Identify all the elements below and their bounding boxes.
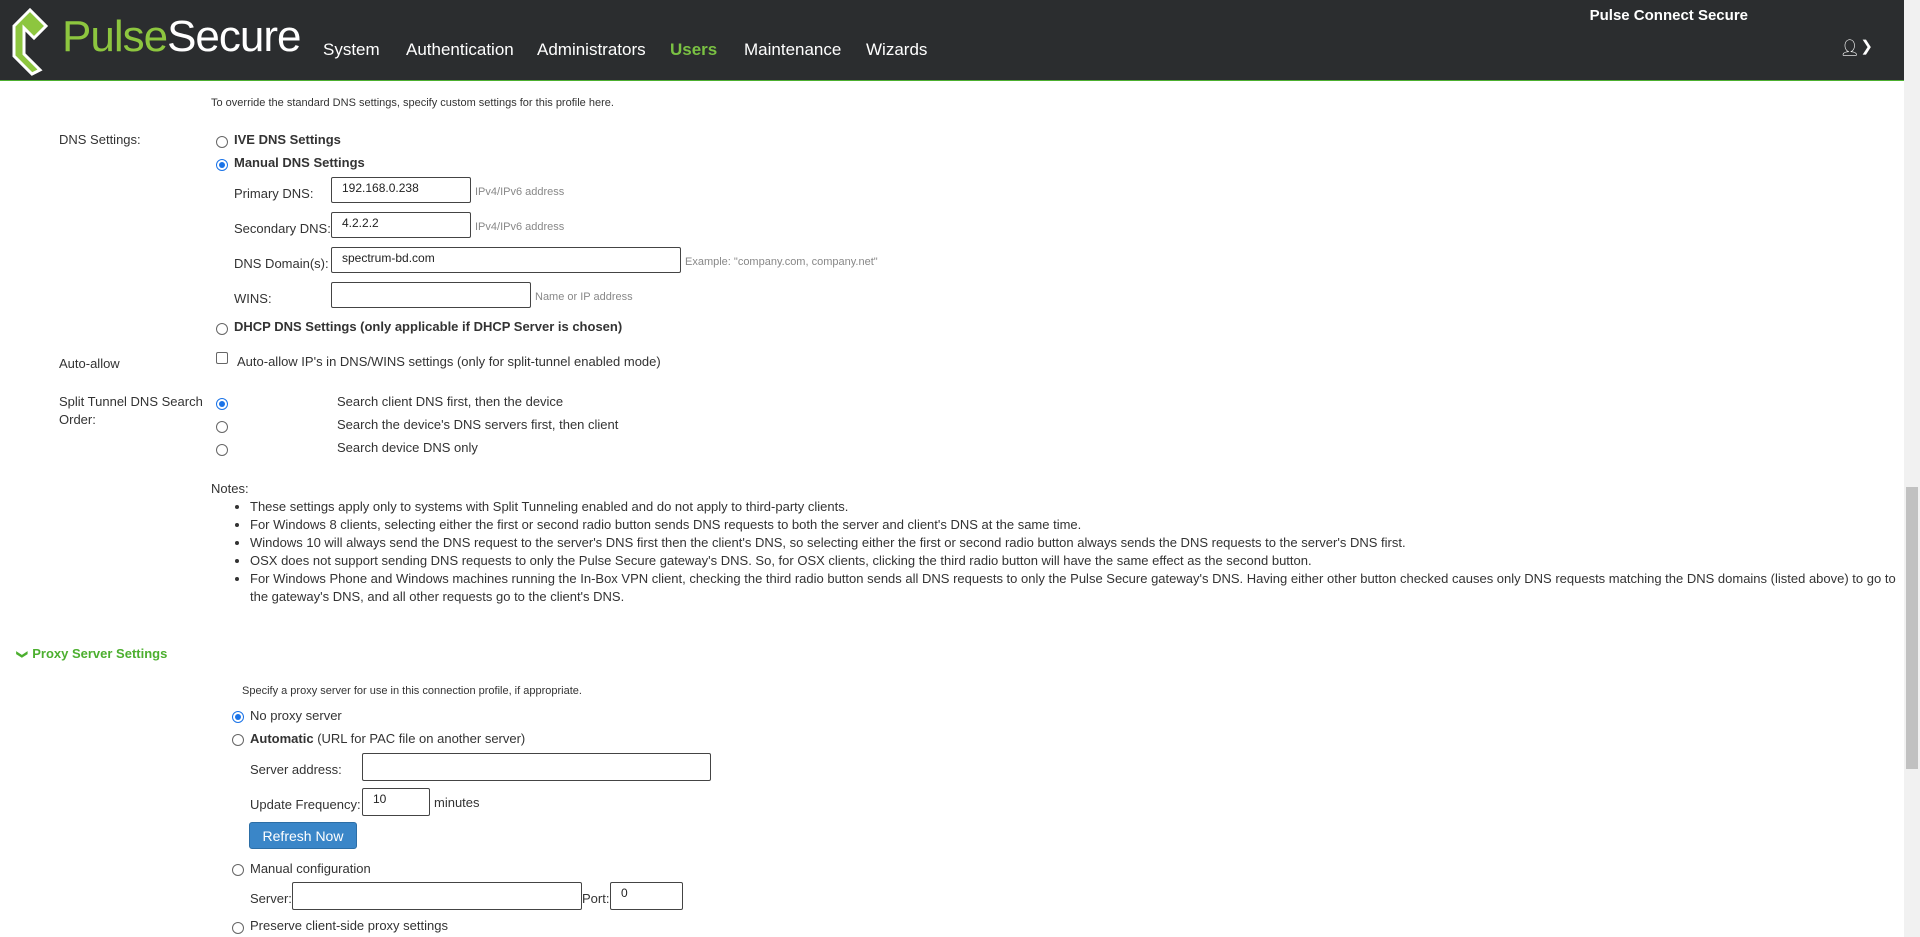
proxy-section-toggle[interactable]: ❯ Proxy Server Settings [16,646,168,661]
auto-allow-checkbox-label: Auto-allow IP's in DNS/WINS settings (on… [237,354,661,369]
split-tunnel-option-device-only: Search device DNS only [337,440,478,455]
note-item: These settings apply only to systems wit… [250,498,1910,516]
automatic-proxy-radio[interactable] [232,734,244,746]
dhcp-dns-radio[interactable] [216,323,228,335]
product-name: Pulse Connect Secure [1589,7,1748,24]
split-tunnel-label-order: Order: [59,412,96,427]
update-frequency-unit: minutes [434,795,480,810]
vertical-scrollbar[interactable] [1904,0,1920,937]
ive-dns-label: IVE DNS Settings [234,132,341,147]
nav-authentication[interactable]: Authentication [406,40,514,60]
proxy-section-title: Proxy Server Settings [32,646,168,661]
nav-users[interactable]: Users [670,40,717,60]
server-address-label: Server address: [250,762,342,777]
secondary-dns-label: Secondary DNS: [234,221,331,236]
automatic-proxy-label: Automatic (URL for PAC file on another s… [250,731,525,746]
pulse-secure-logo-icon [12,7,49,76]
brand-pulse: Pulse [62,12,168,61]
note-item: For Windows Phone and Windows machines r… [250,570,1910,606]
scrollbar-thumb[interactable] [1906,487,1918,769]
user-icon[interactable]: 👤︎ [1840,38,1860,58]
automatic-proxy-label-bold: Automatic [250,731,314,746]
brand-logo-text[interactable]: PulseSecure [62,12,302,62]
split-tunnel-label: Split Tunnel DNS Search [59,394,203,409]
no-proxy-radio[interactable] [232,711,244,723]
manual-dns-radio[interactable] [216,159,228,171]
primary-dns-hint: IPv4/IPv6 address [475,186,565,198]
nav-maintenance[interactable]: Maintenance [744,40,841,60]
proxy-port-input[interactable]: 0 [610,882,683,910]
brand-secure: Secure [167,12,301,61]
top-navigation-bar: PulseSecure System Authentication Admini… [0,0,1904,81]
split-tunnel-radio-device-only[interactable] [216,444,228,456]
split-tunnel-radio-device-first[interactable] [216,421,228,433]
update-frequency-label: Update Frequency: [250,797,361,812]
manual-proxy-label: Manual configuration [250,861,371,876]
dns-domains-hint: Example: "company.com, company.net" [685,256,878,268]
refresh-now-button[interactable]: Refresh Now [249,822,357,849]
server-address-input[interactable] [362,753,711,781]
note-item: Windows 10 will always send the DNS requ… [250,534,1910,552]
dns-intro-text: To override the standard DNS settings, s… [211,97,614,109]
dns-domains-input[interactable]: spectrum-bd.com [331,247,681,273]
primary-dns-label: Primary DNS: [234,186,314,201]
auto-allow-checkbox[interactable] [216,352,228,364]
proxy-intro-text: Specify a proxy server for use in this c… [242,685,582,697]
dhcp-dns-label: DHCP DNS Settings (only applicable if DH… [234,319,623,334]
secondary-dns-input[interactable]: 4.2.2.2 [331,212,471,238]
note-item: OSX does not support sending DNS request… [250,552,1910,570]
secondary-dns-hint: IPv4/IPv6 address [475,221,565,233]
notes-title: Notes: [211,481,249,496]
manual-dns-label: Manual DNS Settings [234,155,365,170]
wins-hint: Name or IP address [535,291,633,303]
dns-domains-label: DNS Domain(s): [234,256,329,271]
no-proxy-label: No proxy server [250,708,342,723]
primary-dns-input[interactable]: 192.168.0.238 [331,177,471,203]
nav-administrators[interactable]: Administrators [537,40,646,60]
split-tunnel-radio-client-first[interactable] [216,398,228,410]
note-item: For Windows 8 clients, selecting either … [250,516,1910,534]
manual-proxy-radio[interactable] [232,864,244,876]
wins-label: WINS: [234,291,272,306]
chevron-down-icon: ❯ [16,649,29,660]
preserve-proxy-radio[interactable] [232,922,244,934]
proxy-server-input[interactable] [292,882,582,910]
auto-allow-label: Auto-allow [59,356,120,371]
ive-dns-radio[interactable] [216,136,228,148]
update-frequency-input[interactable]: 10 [362,788,430,816]
preserve-proxy-label: Preserve client-side proxy settings [250,918,448,933]
split-tunnel-option-client-first: Search client DNS first, then the device [337,394,564,409]
wins-input[interactable] [331,282,531,308]
dns-settings-label: DNS Settings: [59,132,141,147]
proxy-server-label: Server: [250,891,292,906]
split-tunnel-option-device-first: Search the device's DNS servers first, t… [337,417,619,432]
notes-list: These settings apply only to systems wit… [232,498,1910,606]
proxy-port-label: Port: [582,891,610,906]
nav-system[interactable]: System [323,40,380,60]
automatic-proxy-label-rest: (URL for PAC file on another server) [317,731,526,746]
chevron-down-icon[interactable]: ❯ [1860,37,1873,55]
nav-wizards[interactable]: Wizards [866,40,927,60]
